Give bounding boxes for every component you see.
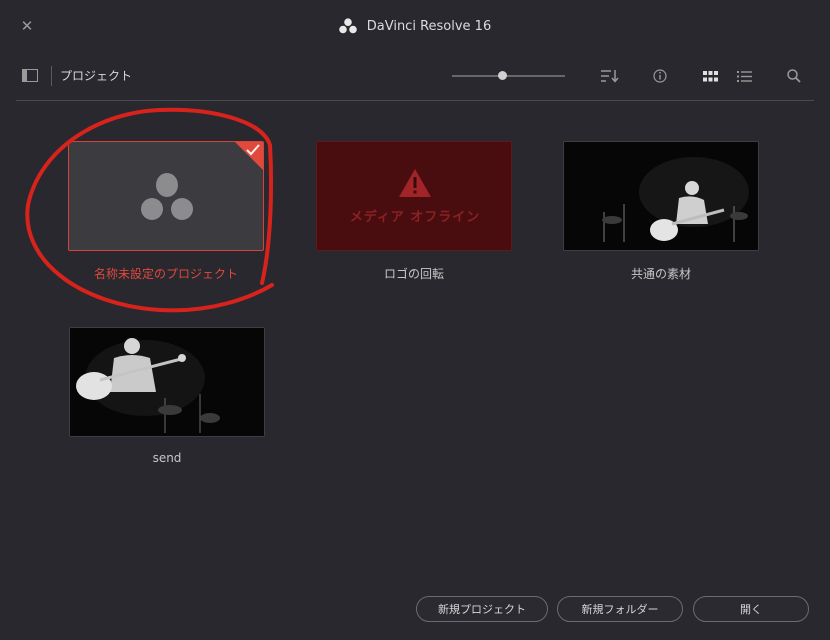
zoom-handle[interactable]	[497, 71, 507, 80]
project-thumbnail[interactable]: メディア オフライン	[316, 141, 512, 251]
davinci-placeholder-icon	[141, 173, 193, 220]
guitarist-photo	[70, 328, 264, 436]
project-label: 共通の素材	[630, 267, 691, 281]
project-label: ロゴの回転	[383, 267, 444, 281]
selected-check-icon	[235, 142, 263, 170]
list-view-icon[interactable]	[733, 66, 755, 86]
zoom-slider[interactable]	[452, 71, 565, 80]
toolbar-divider	[51, 66, 52, 86]
sort-icon[interactable]	[599, 66, 621, 86]
project-thumbnail[interactable]	[68, 141, 264, 251]
new-project-button[interactable]: 新規プロジェクト	[416, 596, 548, 622]
app-title: DaVinci Resolve 16	[0, 0, 830, 52]
open-button[interactable]: 開く	[693, 596, 809, 622]
new-folder-button[interactable]: 新規フォルダー	[557, 596, 683, 622]
project-label: 名称未設定のプロジェクト	[93, 267, 238, 281]
guitarist-photo	[564, 142, 758, 250]
info-icon[interactable]	[649, 66, 671, 86]
media-offline-text: メディア オフライン	[349, 210, 481, 225]
title-bar: ✕ DaVinci Resolve 16	[0, 0, 830, 52]
warning-icon	[399, 169, 431, 197]
sidebar-toggle-icon[interactable]	[22, 68, 40, 82]
window-title: DaVinci Resolve 16	[366, 18, 492, 34]
grid-view-icon[interactable]	[699, 66, 721, 86]
toolbar: プロジェクト	[16, 60, 814, 101]
breadcrumb: プロジェクト	[60, 69, 133, 83]
project-thumbnail[interactable]	[69, 327, 265, 437]
search-icon[interactable]	[783, 66, 805, 86]
zoom-track	[452, 75, 565, 77]
davinci-logo-icon	[338, 18, 357, 34]
project-label: send	[152, 451, 182, 465]
project-thumbnail[interactable]	[563, 141, 759, 251]
